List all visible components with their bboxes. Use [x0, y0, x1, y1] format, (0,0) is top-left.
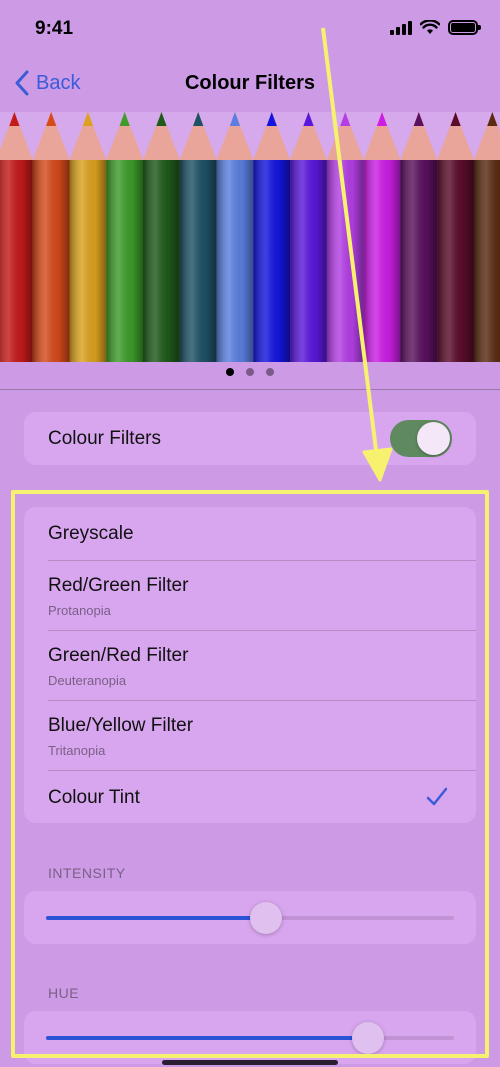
intensity-slider[interactable]	[46, 902, 454, 934]
filter-option-title: Green/Red Filter	[48, 645, 189, 666]
slider-fill	[46, 1036, 369, 1040]
divider	[0, 389, 500, 390]
checkmark-icon	[426, 787, 448, 806]
toggle-knob	[417, 422, 450, 455]
cellular-signal-icon	[390, 20, 412, 35]
hue-slider[interactable]	[46, 1022, 454, 1054]
filter-option-subtitle: Tritanopia	[48, 743, 106, 758]
filter-option-red-green[interactable]: Red/Green Filter Protanopia	[24, 561, 476, 630]
page-indicator[interactable]	[0, 368, 500, 376]
filter-option-title: Greyscale	[48, 523, 134, 544]
colour-pencils-image	[0, 112, 500, 362]
filter-option-colour-tint[interactable]: Colour Tint	[24, 771, 476, 823]
filter-option-subtitle: Deuteranopia	[48, 673, 127, 688]
intensity-label: INTENSITY	[48, 865, 126, 881]
hue-label: HUE	[48, 985, 80, 1001]
filter-option-title: Red/Green Filter	[48, 575, 189, 596]
status-bar: 9:41	[0, 0, 500, 60]
status-time: 9:41	[35, 18, 74, 39]
filter-option-green-red[interactable]: Green/Red Filter Deuteranopia	[24, 631, 476, 700]
colour-filters-label: Colour Filters	[48, 428, 161, 449]
pencils-illustration	[0, 112, 500, 362]
battery-icon	[448, 20, 481, 35]
slider-fill	[46, 916, 267, 920]
wifi-icon	[420, 20, 440, 34]
intensity-slider-row	[24, 891, 476, 944]
colour-filters-row: Colour Filters	[24, 412, 476, 465]
filter-option-blue-yellow[interactable]: Blue/Yellow Filter Tritanopia	[24, 701, 476, 770]
filter-options-list: Greyscale Red/Green Filter Protanopia Gr…	[24, 507, 476, 823]
hue-slider-row	[24, 1011, 476, 1064]
page-title: Colour Filters	[184, 72, 315, 94]
navigation-bar: Back Colour Filters	[0, 60, 500, 110]
filter-option-title: Blue/Yellow Filter	[48, 715, 194, 736]
filter-option-greyscale[interactable]: Greyscale	[24, 507, 476, 560]
slider-thumb[interactable]	[352, 1022, 385, 1054]
page-dot[interactable]	[266, 368, 274, 376]
slider-thumb[interactable]	[250, 902, 283, 934]
home-indicator	[162, 1060, 338, 1065]
filter-option-subtitle: Protanopia	[48, 603, 111, 618]
page-dot[interactable]	[226, 368, 234, 376]
status-icons	[390, 20, 481, 35]
filter-option-title: Colour Tint	[48, 787, 140, 808]
colour-filters-toggle[interactable]	[390, 420, 452, 457]
page-dot[interactable]	[246, 368, 254, 376]
